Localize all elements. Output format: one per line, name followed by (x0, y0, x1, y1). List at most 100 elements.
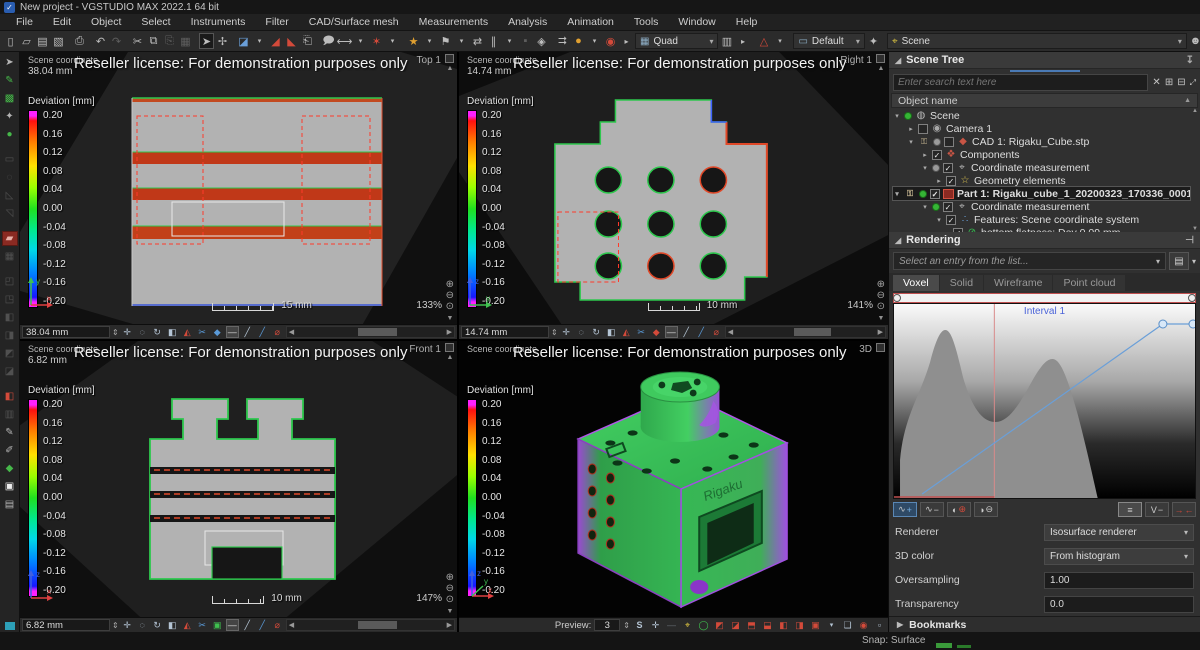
settings-wrench-icon[interactable] (866, 33, 881, 49)
add-opacity-point-button[interactable]: ◐⊕ (947, 502, 971, 517)
scissors-icon[interactable] (196, 326, 209, 338)
visibility-checkbox[interactable] (946, 176, 956, 186)
line-measure-icon[interactable] (241, 619, 254, 631)
parallel-dropdown-icon[interactable] (502, 33, 517, 49)
keyboard-shortcuts-tool[interactable] (2, 497, 18, 512)
rotate-slice-icon[interactable] (151, 326, 164, 338)
thickness-icon[interactable] (226, 619, 239, 631)
maximize-view-button[interactable] (445, 54, 454, 63)
save-as-icon[interactable] (51, 33, 66, 49)
menu-file[interactable]: File (6, 16, 43, 28)
menu-help[interactable]: Help (726, 16, 768, 28)
new-project-icon[interactable] (3, 33, 18, 49)
zoom-tools[interactable]: ⊕⊖⊙ (446, 573, 454, 605)
clip-half-icon[interactable] (166, 326, 179, 338)
resize-panel-icon[interactable]: ⤢ (1190, 78, 1196, 88)
region-grow-tool[interactable] (2, 127, 18, 142)
small-view-icon[interactable] (873, 619, 886, 631)
zoom-tools[interactable]: ⊕⊖⊙ (446, 280, 454, 312)
stereo-icon[interactable] (841, 619, 854, 631)
circle-marker-icon[interactable] (136, 326, 149, 338)
registration-dropdown-icon[interactable] (252, 33, 267, 49)
visibility-checkbox[interactable] (918, 124, 928, 134)
menu-object[interactable]: Object (81, 16, 131, 28)
flip-icon[interactable] (650, 326, 663, 338)
view-top-icon[interactable] (777, 619, 790, 631)
ramp-icon[interactable] (181, 326, 194, 338)
tree-row-components[interactable]: ▸Components (893, 148, 1190, 161)
add-interval-button[interactable]: ∿+ (893, 502, 917, 517)
pan-icon[interactable] (649, 619, 662, 631)
horizontal-scrollbar[interactable]: ◀▶ (725, 326, 886, 338)
distance-measure-icon[interactable] (337, 33, 352, 49)
no-annotation-icon[interactable] (271, 326, 284, 338)
view-back-icon[interactable] (729, 619, 742, 631)
save-icon[interactable] (35, 33, 50, 49)
scrollbar-thumb[interactable] (794, 328, 831, 336)
rotate-slice-icon[interactable] (151, 619, 164, 631)
link-views-icon[interactable] (555, 33, 570, 49)
best-fit-registration-icon[interactable] (268, 33, 283, 49)
open-project-icon[interactable] (19, 33, 34, 49)
no-annotation-icon[interactable] (710, 326, 723, 338)
pin-icon[interactable]: ↧ (1186, 55, 1194, 66)
view-bottom-icon[interactable] (793, 619, 806, 631)
expand-all-icon[interactable]: ⊞ (1165, 77, 1173, 88)
layout-select[interactable]: ▦ Quad ▾ (635, 33, 718, 49)
3d-color-select[interactable]: From histogram▾ (1044, 548, 1194, 565)
viewport-right-canvas[interactable]: Scene coordinate 14.74 mm Reseller licen… (459, 52, 888, 324)
ramp-icon[interactable] (620, 326, 633, 338)
maximize-view-button[interactable] (876, 343, 885, 352)
preview-stepper[interactable]: ⇕ (623, 621, 630, 630)
slice-stepper[interactable]: ⇕ (112, 621, 119, 630)
geometry-dropdown-icon[interactable] (422, 33, 437, 49)
flag-icon[interactable] (518, 33, 533, 49)
coordinate-system-icon[interactable] (438, 33, 453, 49)
visibility-checkbox[interactable] (943, 163, 953, 173)
atoms-icon[interactable] (603, 33, 618, 49)
mesh-dropdown-icon[interactable] (772, 33, 787, 49)
menu-filter[interactable]: Filter (255, 16, 298, 28)
extract-tool[interactable] (2, 389, 18, 404)
merge-tool[interactable] (2, 310, 18, 325)
clear-search-icon[interactable]: ✕ (1152, 77, 1160, 88)
polyline-measure-icon[interactable] (256, 326, 269, 338)
collapse-all-icon[interactable]: ⊟ (1177, 77, 1185, 88)
gray-value-range-slider[interactable] (893, 293, 1196, 303)
cut-icon[interactable] (130, 33, 145, 49)
ramp-icon[interactable] (181, 619, 194, 631)
split-tool[interactable] (2, 328, 18, 343)
slice-position-input[interactable]: 6.82 mm (22, 619, 110, 631)
rapid-registration-icon[interactable] (284, 33, 299, 49)
axes-toggle-icon[interactable] (681, 619, 694, 631)
parallel-measure-icon[interactable] (486, 33, 501, 49)
tree-row-cad[interactable]: ▾CAD 1: Rigaku_Cube.stp (893, 135, 1190, 148)
view-iso-icon[interactable] (809, 619, 822, 631)
tree-column-header[interactable]: Object name ▲ (891, 93, 1198, 108)
paste-icon[interactable] (162, 33, 177, 49)
menu-instruments[interactable]: Instruments (181, 16, 256, 28)
tree-row-geometry-elements[interactable]: ▸Geometry elements (893, 174, 1190, 187)
redo-icon[interactable] (109, 33, 124, 49)
pen-tool[interactable] (2, 443, 18, 458)
polyline-measure-icon[interactable] (256, 619, 269, 631)
scrollbar-thumb[interactable] (358, 328, 397, 336)
oversampling-input[interactable] (1044, 572, 1194, 589)
clipboard-icon[interactable] (300, 33, 315, 49)
geometry-element-icon[interactable] (406, 33, 421, 49)
result-checkbox[interactable] (953, 228, 963, 233)
select-tool[interactable] (2, 55, 18, 70)
viewport-3d-canvas[interactable]: Rigaku Scene coordinate Reseller license… (459, 341, 888, 617)
observer-icon[interactable] (1188, 33, 1200, 49)
marker-dropdown-icon[interactable] (385, 33, 400, 49)
scissors-icon[interactable] (635, 326, 648, 338)
visibility-checkbox[interactable] (946, 215, 956, 225)
move-object-icon[interactable] (215, 33, 230, 49)
copy-region-tool[interactable] (2, 274, 18, 289)
simple-registration-icon[interactable] (236, 33, 251, 49)
turntable-icon[interactable] (697, 619, 710, 631)
maximize-view-button[interactable] (445, 343, 454, 352)
slice-stepper[interactable]: ⇕ (551, 328, 558, 337)
roi-circle-tool[interactable] (2, 170, 18, 185)
tree-row-scene[interactable]: ▾Scene (893, 109, 1190, 122)
